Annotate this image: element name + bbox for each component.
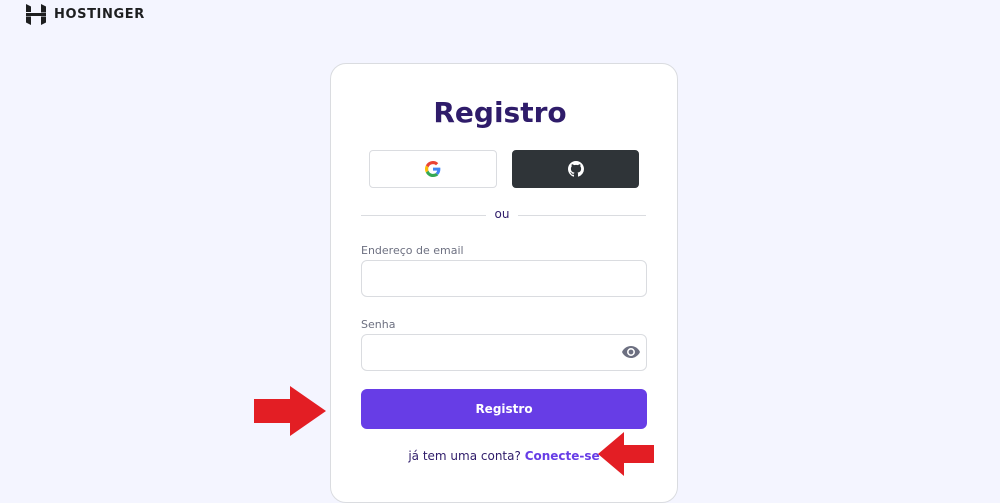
- divider-text: ou: [494, 207, 510, 221]
- page-title: Registro: [433, 96, 567, 129]
- password-field[interactable]: [362, 335, 626, 370]
- divider-right: [518, 215, 646, 216]
- email-label: Endereço de email: [361, 244, 464, 257]
- email-field-container: [361, 260, 647, 297]
- brand-logo[interactable]: HOSTINGER: [26, 4, 145, 25]
- github-signup-button[interactable]: [512, 150, 639, 188]
- google-icon: [425, 161, 441, 177]
- github-icon: [567, 161, 584, 177]
- password-field-container: [361, 334, 647, 371]
- password-label: Senha: [361, 318, 396, 331]
- hostinger-logo-icon: [26, 4, 46, 25]
- red-arrow-right-pointing: [254, 386, 326, 436]
- eye-icon[interactable]: [622, 345, 640, 359]
- login-link[interactable]: Conecte-se: [525, 449, 600, 463]
- red-arrow-left-pointing: [598, 432, 654, 476]
- divider-left: [361, 215, 486, 216]
- register-button[interactable]: Registro: [361, 389, 647, 429]
- brand-name: HOSTINGER: [54, 7, 145, 22]
- email-field[interactable]: [362, 261, 626, 296]
- login-prompt-text: já tem uma conta?: [408, 449, 521, 463]
- google-signup-button[interactable]: [369, 150, 497, 188]
